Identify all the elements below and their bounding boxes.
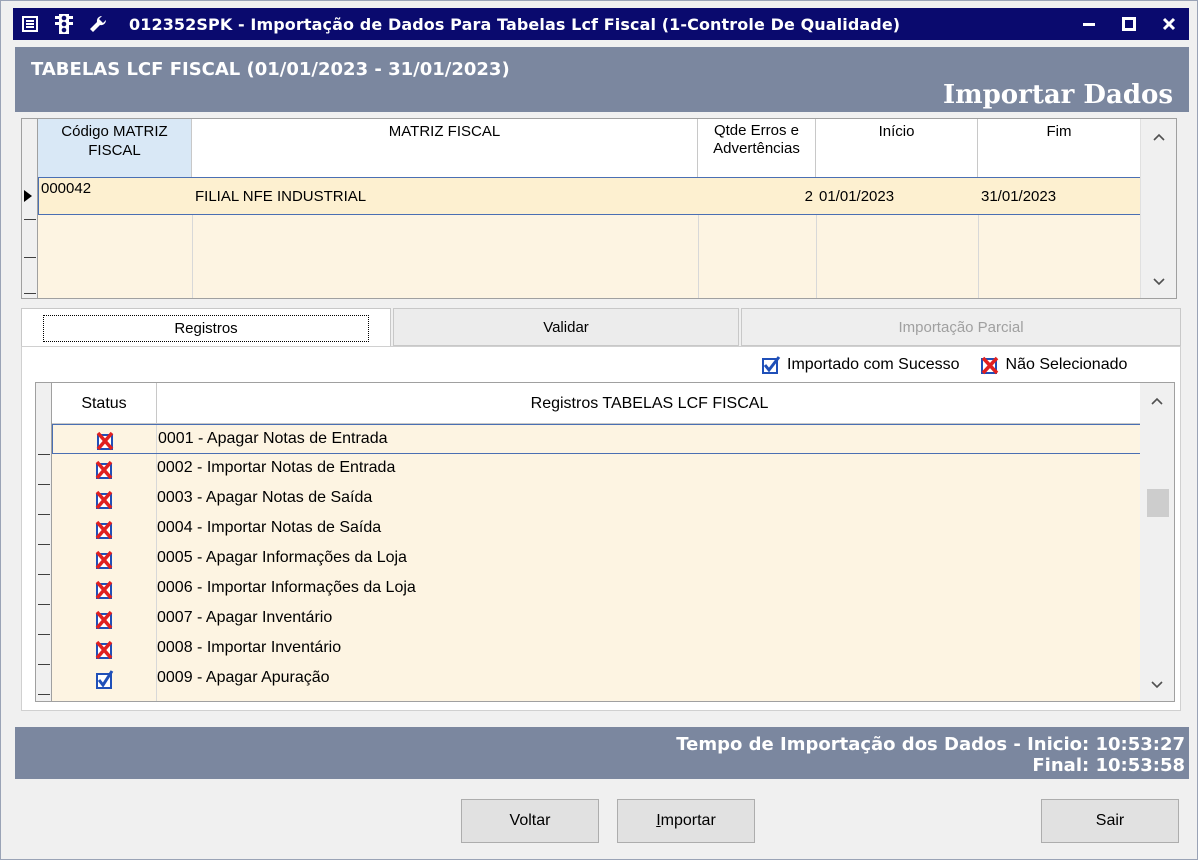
app-window: 012352SPK - Importação de Dados Para Tab… bbox=[0, 0, 1198, 860]
import-end-time: Final: 10:53:58 bbox=[1032, 755, 1185, 776]
checked-success-icon bbox=[762, 356, 781, 374]
record-label: 0007 - Apagar Inventário bbox=[157, 609, 333, 626]
checked-success-icon[interactable] bbox=[52, 664, 156, 694]
import-time-band: Tempo de Importação dos Dados - Inicio: … bbox=[15, 727, 1189, 779]
sair-button[interactable]: Sair bbox=[1041, 799, 1179, 843]
records-grid-scrollbar[interactable] bbox=[1140, 383, 1174, 701]
voltar-button[interactable]: Voltar bbox=[461, 799, 599, 843]
maximize-button[interactable] bbox=[1109, 8, 1149, 40]
not-selected-icon[interactable] bbox=[52, 604, 156, 634]
not-selected-icon[interactable] bbox=[52, 574, 156, 604]
tab-validar[interactable]: Validar bbox=[393, 308, 739, 346]
records-grid[interactable]: Status Registros TABELAS LCF FISCAL 0001… bbox=[35, 382, 1175, 702]
record-label: 0001 - Apagar Notas de Entrada bbox=[158, 430, 388, 447]
matrix-grid[interactable]: Código MATRIZ FISCAL MATRIZ FISCAL Qtde … bbox=[21, 118, 1177, 299]
tab-strip: Registros Validar Importação Parcial bbox=[21, 308, 1181, 348]
window-title: 012352SPK - Importação de Dados Para Tab… bbox=[129, 14, 901, 34]
import-start-time: Tempo de Importação dos Dados - Inicio: … bbox=[676, 734, 1185, 755]
cell-qtde: 2 bbox=[804, 188, 813, 205]
record-label: 0009 - Apagar Apuração bbox=[157, 669, 330, 686]
cell-codigo: 000042 bbox=[41, 180, 92, 197]
status-legend: Importado com Sucesso Não Selecionado bbox=[761, 355, 1127, 375]
column-header-codigo[interactable]: Código MATRIZ FISCAL bbox=[38, 119, 192, 177]
column-header-fim[interactable]: Fim bbox=[978, 119, 1140, 177]
table-row[interactable]: 0008 - Importar Inventário bbox=[52, 634, 1142, 664]
not-selected-icon[interactable] bbox=[52, 484, 156, 514]
table-row[interactable]: 0006 - Importar Informações da Loja bbox=[52, 574, 1142, 604]
current-row-pointer-icon bbox=[24, 190, 32, 202]
page-title: TABELAS LCF FISCAL (01/01/2023 - 31/01/2… bbox=[31, 59, 510, 80]
not-selected-icon[interactable] bbox=[52, 544, 156, 574]
tab-registros[interactable]: Registros bbox=[21, 308, 391, 348]
table-row[interactable]: 0007 - Apagar Inventário bbox=[52, 604, 1142, 634]
column-header-matriz[interactable]: MATRIZ FISCAL bbox=[192, 119, 698, 177]
record-label: 0008 - Importar Inventário bbox=[157, 639, 342, 656]
not-selected-icon[interactable] bbox=[53, 425, 157, 455]
record-label: 0002 - Importar Notas de Entrada bbox=[157, 459, 396, 476]
column-header-qtde[interactable]: Qtde Erros e Advertências bbox=[698, 119, 816, 177]
legend-not-selected-label: Não Selecionado bbox=[1005, 356, 1128, 373]
tab-importacao-parcial: Importação Parcial bbox=[741, 308, 1181, 346]
cell-fim: 31/01/2023 bbox=[981, 188, 1057, 205]
title-bar: 012352SPK - Importação de Dados Para Tab… bbox=[13, 8, 1189, 40]
scroll-up-icon[interactable] bbox=[1141, 123, 1177, 151]
table-row[interactable]: 000042 FILIAL NFE INDUSTRIAL 2 01/01/202… bbox=[38, 177, 1148, 215]
table-row[interactable]: 0001 - Apagar Notas de Entrada bbox=[52, 424, 1142, 454]
not-selected-icon[interactable] bbox=[52, 514, 156, 544]
column-header-registros[interactable]: Registros TABELAS LCF FISCAL bbox=[157, 383, 1142, 424]
not-selected-icon[interactable] bbox=[52, 454, 156, 484]
table-row[interactable]: 0003 - Apagar Notas de Saída bbox=[52, 484, 1142, 514]
record-label: 0006 - Importar Informações da Loja bbox=[157, 579, 416, 596]
row-indicator-column bbox=[36, 383, 52, 701]
scroll-down-icon[interactable] bbox=[1140, 671, 1174, 699]
header-band: TABELAS LCF FISCAL (01/01/2023 - 31/01/2… bbox=[15, 47, 1189, 112]
scroll-thumb[interactable] bbox=[1147, 489, 1169, 517]
row-indicator-column bbox=[22, 119, 38, 298]
column-header-status[interactable]: Status bbox=[52, 383, 157, 424]
page-action-title: Importar Dados bbox=[942, 80, 1173, 110]
not-selected-icon bbox=[980, 356, 998, 375]
record-label: 0005 - Apagar Informações da Loja bbox=[157, 549, 407, 566]
table-row[interactable]: 0004 - Importar Notas de Saída bbox=[52, 514, 1142, 544]
not-selected-icon[interactable] bbox=[52, 634, 156, 664]
cell-inicio: 01/01/2023 bbox=[819, 188, 895, 205]
minimize-icon bbox=[1083, 23, 1095, 26]
close-button[interactable] bbox=[1149, 8, 1189, 40]
close-icon bbox=[1162, 17, 1176, 31]
table-row[interactable]: 0009 - Apagar Apuração bbox=[52, 664, 1142, 694]
column-header-inicio[interactable]: Início bbox=[816, 119, 978, 177]
wrench-icon[interactable] bbox=[81, 8, 115, 40]
table-row[interactable]: 0002 - Importar Notas de Entrada bbox=[52, 454, 1142, 484]
records-list: 0001 - Apagar Notas de Entrada 0002 - Imp… bbox=[52, 424, 1142, 701]
importar-button[interactable]: Importar bbox=[617, 799, 755, 843]
legend-success-label: Importado com Sucesso bbox=[787, 356, 960, 373]
scroll-down-icon[interactable] bbox=[1141, 268, 1177, 296]
scroll-up-icon[interactable] bbox=[1140, 387, 1174, 415]
table-row[interactable]: 0005 - Apagar Informações da Loja bbox=[52, 544, 1142, 574]
maximize-icon bbox=[1122, 17, 1136, 31]
matrix-grid-scrollbar[interactable] bbox=[1140, 119, 1176, 298]
record-label: 0004 - Importar Notas de Saída bbox=[157, 519, 382, 536]
record-label: 0003 - Apagar Notas de Saída bbox=[157, 489, 373, 506]
cell-matriz: FILIAL NFE INDUSTRIAL bbox=[195, 188, 367, 205]
minimize-button[interactable] bbox=[1069, 8, 1109, 40]
menu-icon[interactable] bbox=[13, 8, 47, 40]
traffic-light-icon[interactable] bbox=[47, 8, 81, 40]
